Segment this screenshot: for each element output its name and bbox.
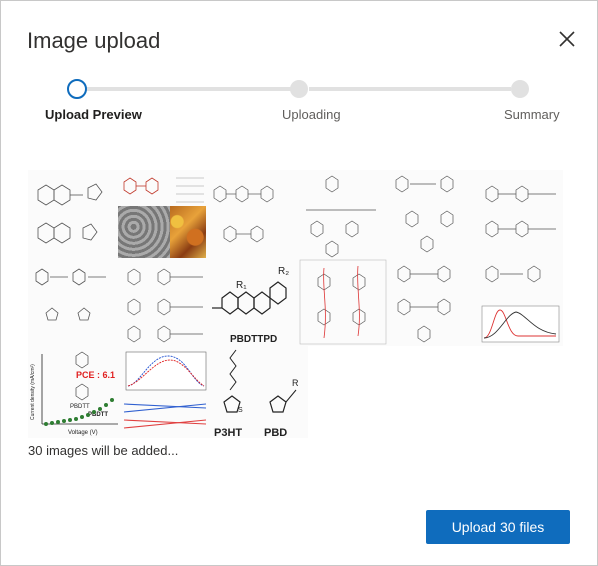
step-indicator-uploading: [290, 80, 308, 98]
step-indicator-summary: [511, 80, 529, 98]
image-thumbnail[interactable]: PCE : 6.1 PBDTT PBDTT Voltage (V) Curren…: [28, 346, 120, 438]
close-icon: [559, 31, 575, 47]
reaction-scheme-image: [123, 177, 159, 195]
pbd-label: PBD: [264, 427, 287, 438]
pce-label: PCE : 6.1: [76, 370, 115, 380]
image-upload-dialog: Image upload Upload Preview Uploading Su…: [0, 0, 598, 566]
reaction-scheme-image: [306, 175, 376, 258]
table-image: [176, 177, 204, 203]
image-thumbnail[interactable]: [206, 170, 296, 258]
reaction-scheme-image: [35, 268, 106, 321]
polymer-structure-image: [127, 268, 203, 343]
dialog-title: Image upload: [27, 28, 161, 53]
pbdttpd-structure-image: R₂ R₁ PBDTTPD: [212, 266, 289, 345]
pbdtt-label: PBDTT: [70, 404, 90, 410]
structure-annotated-image: [299, 259, 387, 345]
step-label-upload-preview: Upload Preview: [45, 107, 142, 122]
image-thumbnail[interactable]: [28, 170, 118, 258]
spectra-chart-image: [123, 351, 207, 429]
image-thumbnail[interactable]: R PBD: [262, 346, 308, 438]
thumbnail-grid: R₂ R₁ PBDTTPD PCE: 6.1 PBDTT PBDTT Volt…: [28, 170, 563, 438]
reaction-scheme-image: [485, 265, 541, 283]
image-thumbnail[interactable]: R₂ R₁ PBDTTPD: [208, 258, 298, 346]
image-thumbnail[interactable]: S P3HT: [210, 346, 262, 438]
chemical-structure-image: [213, 185, 274, 243]
pbdtt-label-2: PBDTT: [88, 412, 108, 418]
image-thumbnail[interactable]: [118, 206, 170, 258]
image-thumbnail[interactable]: [386, 170, 476, 258]
image-thumbnail[interactable]: [388, 258, 478, 346]
image-thumbnail[interactable]: [478, 302, 563, 346]
image-thumbnail[interactable]: [118, 170, 174, 206]
pbdttpd-label: PBDTTPD: [230, 334, 277, 345]
step-indicator-upload-preview: [67, 79, 87, 99]
thiophene-s-label: S: [238, 407, 243, 414]
spectra-chart-image: [481, 305, 560, 343]
image-thumbnail[interactable]: [170, 206, 206, 258]
step-label-uploading: Uploading: [282, 107, 341, 122]
image-thumbnail[interactable]: [118, 258, 208, 346]
jv-curve-chart-image: PCE : 6.1 PBDTT PBDTT Voltage (V) Curren…: [30, 351, 118, 436]
images-count-status: 30 images will be added...: [28, 443, 179, 458]
image-thumbnail[interactable]: [476, 170, 563, 258]
image-thumbnail[interactable]: [298, 258, 388, 346]
stepper-track-segment: [309, 87, 511, 91]
image-thumbnail[interactable]: [120, 346, 210, 438]
y-axis-label: Current density (mA/cm²): [30, 364, 36, 420]
x-axis-label: Voltage (V): [68, 430, 98, 436]
image-thumbnail[interactable]: [296, 170, 386, 258]
p3ht-structure-image: S P3HT: [214, 349, 243, 438]
polymer-structure-image: [485, 185, 556, 238]
reaction-scheme-image: [395, 175, 454, 253]
image-thumbnail[interactable]: [478, 258, 563, 302]
chemical-structure-image: [37, 183, 103, 244]
polymer-structure-image: [397, 265, 451, 343]
image-thumbnail[interactable]: [174, 170, 206, 206]
step-label-summary: Summary: [504, 107, 560, 122]
image-thumbnail[interactable]: [28, 258, 118, 346]
stepper-track-segment: [77, 87, 291, 91]
close-button[interactable]: [553, 25, 581, 53]
r2-label: R₂: [278, 266, 289, 277]
r1-label: R₁: [236, 280, 247, 291]
upload-files-button[interactable]: Upload 30 files: [426, 510, 570, 544]
pbd-structure-image: R PBD: [264, 378, 299, 438]
p3ht-label: P3HT: [214, 427, 242, 438]
r-label: R: [292, 378, 299, 388]
